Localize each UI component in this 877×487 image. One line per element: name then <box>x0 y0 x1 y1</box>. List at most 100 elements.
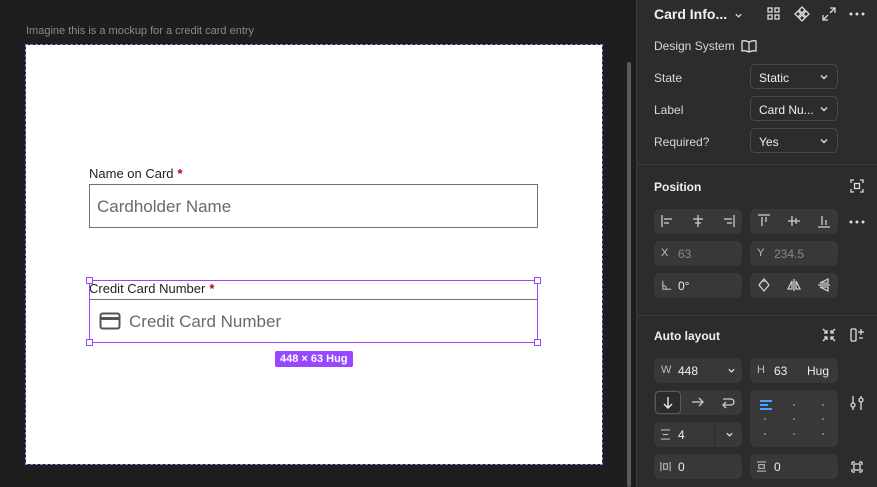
align-dot <box>822 433 824 435</box>
alignment-grid[interactable] <box>750 390 838 447</box>
w-key: W <box>661 364 672 376</box>
advanced-settings-icon[interactable] <box>848 394 866 412</box>
position-section: Position X 63 Y 234.5 0° <box>637 166 877 316</box>
chevron-down-icon <box>735 13 742 18</box>
required-prop-label: Required? <box>654 135 710 149</box>
chevron-down-icon <box>820 75 828 80</box>
align-dot <box>822 404 824 406</box>
state-label: State <box>654 71 683 85</box>
x-value: 63 <box>678 247 692 261</box>
horizontal-padding-icon <box>660 461 671 472</box>
rotation-value: 0° <box>678 279 690 293</box>
direction-vertical-button[interactable] <box>655 391 681 414</box>
transform-group <box>750 273 838 298</box>
credit-card-icon <box>99 312 121 330</box>
component-name-dropdown[interactable]: Card Info... <box>654 6 744 24</box>
align-dot <box>793 418 795 420</box>
h-value: 63 <box>774 364 788 378</box>
flip-vertical-icon[interactable] <box>816 277 832 293</box>
grid-icon[interactable] <box>765 5 783 23</box>
x-position-input[interactable]: X 63 <box>654 241 742 266</box>
chevron-down-icon <box>726 432 733 437</box>
design-system-label: Design System <box>654 39 735 53</box>
align-bar-1 <box>760 400 772 402</box>
w-value: 448 <box>678 364 699 378</box>
vertical-padding-input[interactable]: 0 <box>750 454 838 479</box>
y-key: Y <box>757 247 765 259</box>
gap-input[interactable]: 4 <box>654 422 742 447</box>
horizontal-align-group <box>654 209 742 234</box>
name-label-text: Name on Card <box>89 166 174 181</box>
pad-h-value: 0 <box>678 460 685 474</box>
height-input[interactable]: H 63 Hug <box>750 358 838 383</box>
cardholder-name-input[interactable]: Cardholder Name <box>89 184 538 228</box>
canvas-scrollbar[interactable] <box>627 62 631 487</box>
auto-layout-title: Auto layout <box>654 329 720 343</box>
align-middle-icon[interactable] <box>786 213 802 229</box>
required-mark: * <box>177 166 183 181</box>
align-right-icon[interactable] <box>720 213 736 229</box>
card-number-input[interactable]: Credit Card Number <box>89 299 538 343</box>
focus-frame-icon[interactable] <box>848 177 866 195</box>
align-dot <box>793 404 795 406</box>
arrow-down-icon <box>663 397 673 409</box>
design-canvas[interactable]: Imagine this is a mockup for a credit ca… <box>0 0 636 487</box>
rotation-angle-icon <box>662 280 672 290</box>
pad-v-value: 0 <box>774 460 781 474</box>
align-bar-2 <box>760 404 768 406</box>
align-dot <box>822 418 824 420</box>
align-bar-3 <box>760 408 772 410</box>
card-number-field-label: Credit Card Number * <box>89 281 214 296</box>
width-input[interactable]: W 448 <box>654 358 742 383</box>
add-layout-icon[interactable] <box>848 326 866 344</box>
label-dropdown[interactable]: Card Nu... <box>750 96 838 121</box>
required-mark: * <box>209 281 215 296</box>
name-placeholder: Cardholder Name <box>97 197 232 216</box>
state-value: Static <box>759 71 790 85</box>
align-bottom-icon[interactable] <box>816 213 832 229</box>
horizontal-padding-input[interactable]: 0 <box>654 454 742 479</box>
card-label-text: Credit Card Number <box>89 281 206 296</box>
required-dropdown[interactable]: Yes <box>750 128 838 153</box>
vertical-gap-icon <box>660 429 671 440</box>
direction-group <box>654 390 742 415</box>
frame-label[interactable]: Imagine this is a mockup for a credit ca… <box>26 25 254 37</box>
mockup-frame[interactable]: Name on Card * Cardholder Name Credit Car… <box>25 44 603 465</box>
position-title: Position <box>654 180 702 194</box>
align-dot <box>764 418 766 420</box>
flip-horizontal-icon[interactable] <box>786 277 802 293</box>
book-icon[interactable] <box>740 37 758 55</box>
more-icon[interactable] <box>848 213 866 231</box>
align-dot <box>764 433 766 435</box>
wrap-icon[interactable] <box>720 394 736 410</box>
component-section: Card Info... Design System State Static … <box>637 0 877 165</box>
align-top-icon[interactable] <box>756 213 772 229</box>
gap-dropdown[interactable] <box>714 422 742 447</box>
h-key: H <box>757 364 765 376</box>
rotate-icon[interactable] <box>756 277 772 293</box>
state-dropdown[interactable]: Static <box>750 64 838 89</box>
required-value: Yes <box>759 135 779 149</box>
align-left-icon[interactable] <box>660 213 676 229</box>
gap-value: 4 <box>678 428 685 442</box>
properties-panel: Card Info... Design System State Static … <box>636 0 877 487</box>
align-center-h-icon[interactable] <box>690 213 706 229</box>
resize-handle-top-right[interactable] <box>534 277 541 284</box>
individual-padding-icon[interactable] <box>848 458 866 476</box>
name-field-label: Name on Card * <box>89 166 183 181</box>
y-value: 234.5 <box>774 247 805 261</box>
y-position-input[interactable]: Y 234.5 <box>750 241 838 266</box>
chevron-down-icon <box>820 139 828 144</box>
vertical-align-group <box>750 209 838 234</box>
selection-size-badge: 448 × 63 Hug <box>275 351 353 367</box>
more-icon[interactable] <box>848 5 866 23</box>
rotation-input[interactable]: 0° <box>654 273 742 298</box>
component-icon[interactable] <box>793 5 811 23</box>
arrow-right-icon[interactable] <box>690 394 706 410</box>
collapse-icon[interactable] <box>820 326 838 344</box>
expand-icon[interactable] <box>820 5 838 23</box>
card-number-placeholder: Credit Card Number <box>129 312 282 331</box>
h-mode[interactable]: Hug <box>807 364 829 378</box>
label-value: Card Nu... <box>759 103 814 117</box>
label-prop-label: Label <box>654 103 684 117</box>
